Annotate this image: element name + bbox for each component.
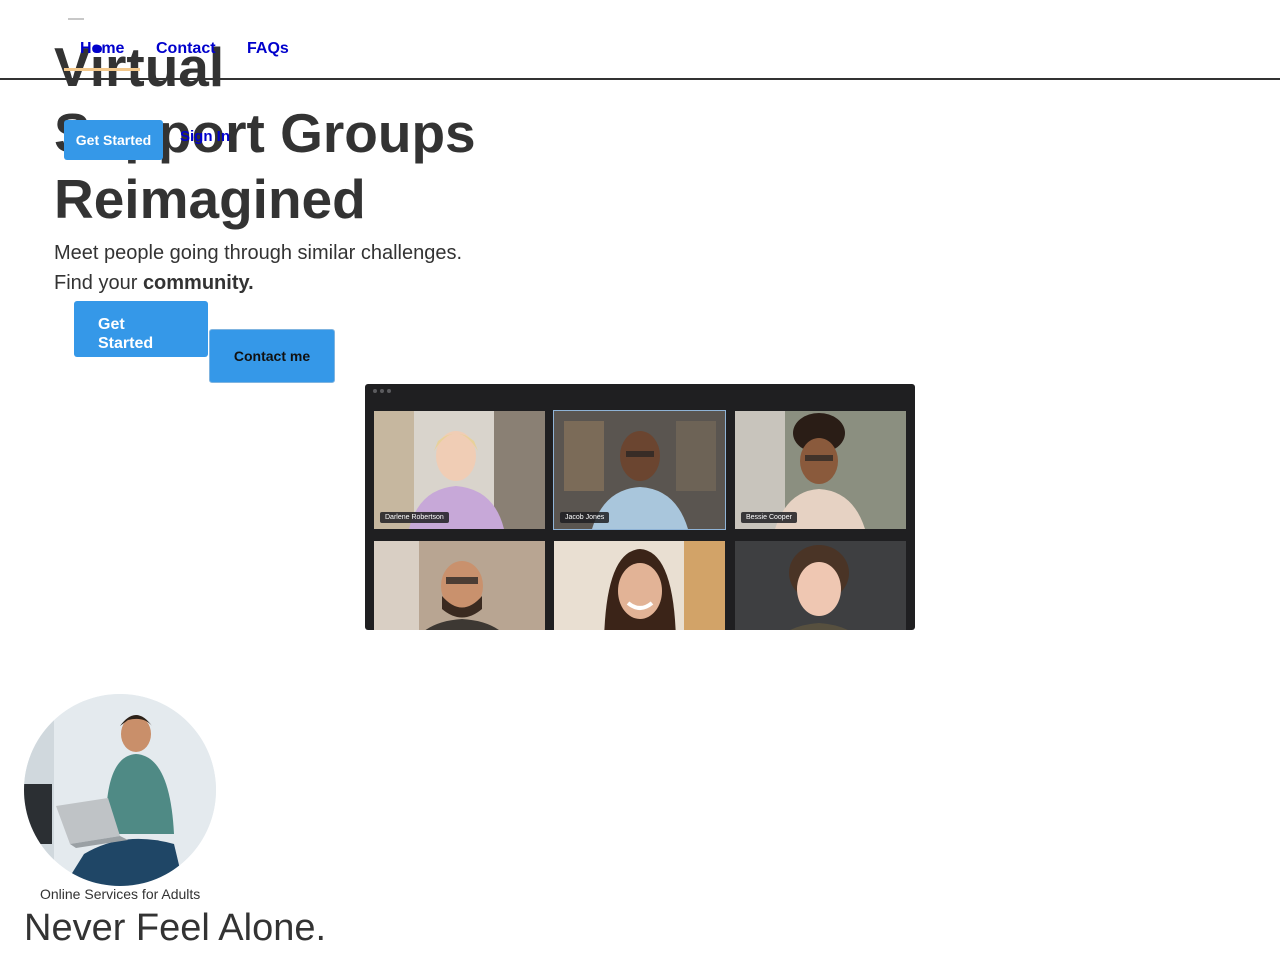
participant-name: Bessie Cooper <box>741 512 797 523</box>
services-heading: Never Feel Alone. <box>24 907 327 949</box>
nav-active-dot <box>94 45 102 53</box>
participant-tile: Darlene Robertson <box>374 411 545 529</box>
nav-link-faqs[interactable]: FAQs <box>247 40 289 58</box>
participant-photo <box>735 541 906 630</box>
nav-active-underline <box>64 68 140 71</box>
participant-photo <box>374 541 545 630</box>
video-call-mockup: Darlene Robertson Jacob Jones Bessie Coo… <box>365 384 915 630</box>
services-label: Online Services for Adults <box>40 886 201 902</box>
participant-tile-active: Jacob Jones <box>553 410 726 530</box>
hero-subtitle-line-2: Find your community. <box>54 268 462 298</box>
nav-get-started-button[interactable]: Get Started <box>64 120 163 160</box>
services-photo <box>24 694 216 886</box>
hero-title-line: Reimagined <box>54 168 366 230</box>
participant-name: Jacob Jones <box>560 512 610 523</box>
participant-tile <box>374 541 545 630</box>
nav-sign-in-link[interactable]: Sign In <box>180 128 230 145</box>
hero-subtitle: Meet people going through similar challe… <box>54 238 462 298</box>
hero-subtitle-prefix: Find your <box>54 272 143 294</box>
participant-tile: Bessie Cooper <box>735 411 906 529</box>
nav-divider <box>0 78 1280 80</box>
participant-tile <box>554 541 725 630</box>
hero-subtitle-emphasis: community. <box>142 272 254 294</box>
participant-photo <box>554 541 725 630</box>
nav-link-contact[interactable]: Contact <box>156 40 216 58</box>
window-controls <box>373 389 391 393</box>
participant-tile <box>735 541 906 630</box>
logo[interactable] <box>68 18 84 20</box>
page: Virtual Support Groups Reimagined Meet p… <box>0 0 1280 960</box>
hero-get-started-button[interactable]: Get Started <box>74 301 208 357</box>
man-with-laptop-illustration <box>24 694 216 886</box>
nav-link-home[interactable]: Home <box>80 40 124 58</box>
hero-subtitle-line-1: Meet people going through similar challe… <box>54 242 463 264</box>
participant-name: Darlene Robertson <box>380 512 449 523</box>
contact-me-button[interactable]: Contact me <box>209 329 335 383</box>
